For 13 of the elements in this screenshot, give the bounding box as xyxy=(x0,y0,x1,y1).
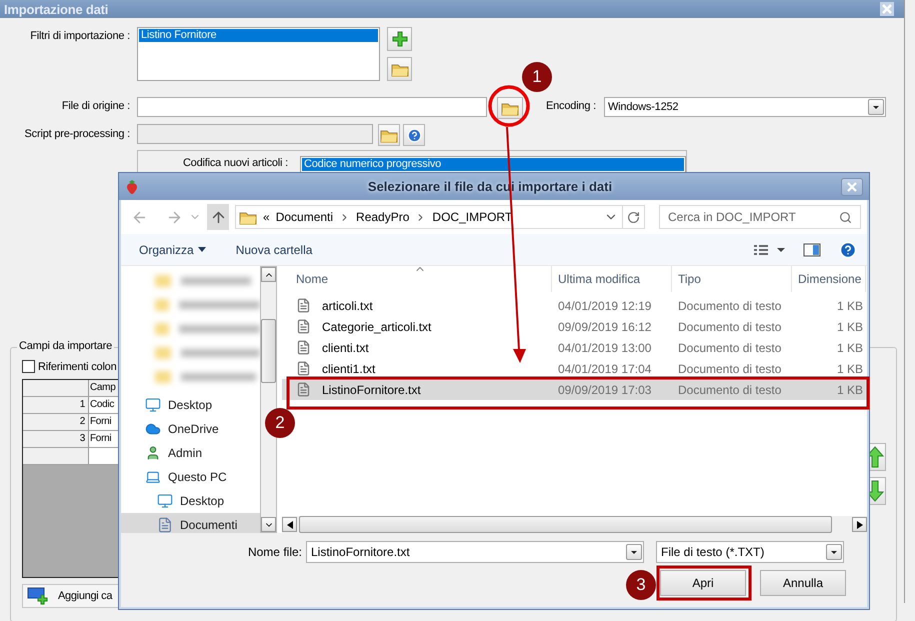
field-label: Filtri di importazione : xyxy=(29,29,130,42)
window-title: Importazione dati xyxy=(4,2,108,16)
row-number: 2 xyxy=(23,414,89,430)
field-label: File di origine : xyxy=(60,99,130,112)
field-label: Script pre-processing : xyxy=(24,127,130,140)
field-label: Encoding : xyxy=(546,99,596,112)
field-label: Nome file: xyxy=(246,545,303,559)
step-badge: 1 xyxy=(522,62,552,92)
checkbox-label: Riferimenti colon xyxy=(38,360,117,372)
group-title: Campi da importare xyxy=(17,340,114,352)
row-number: 3 xyxy=(23,431,89,447)
row-number: 1 xyxy=(23,397,89,413)
field-label: Codifica nuovi articoli : xyxy=(182,156,288,171)
